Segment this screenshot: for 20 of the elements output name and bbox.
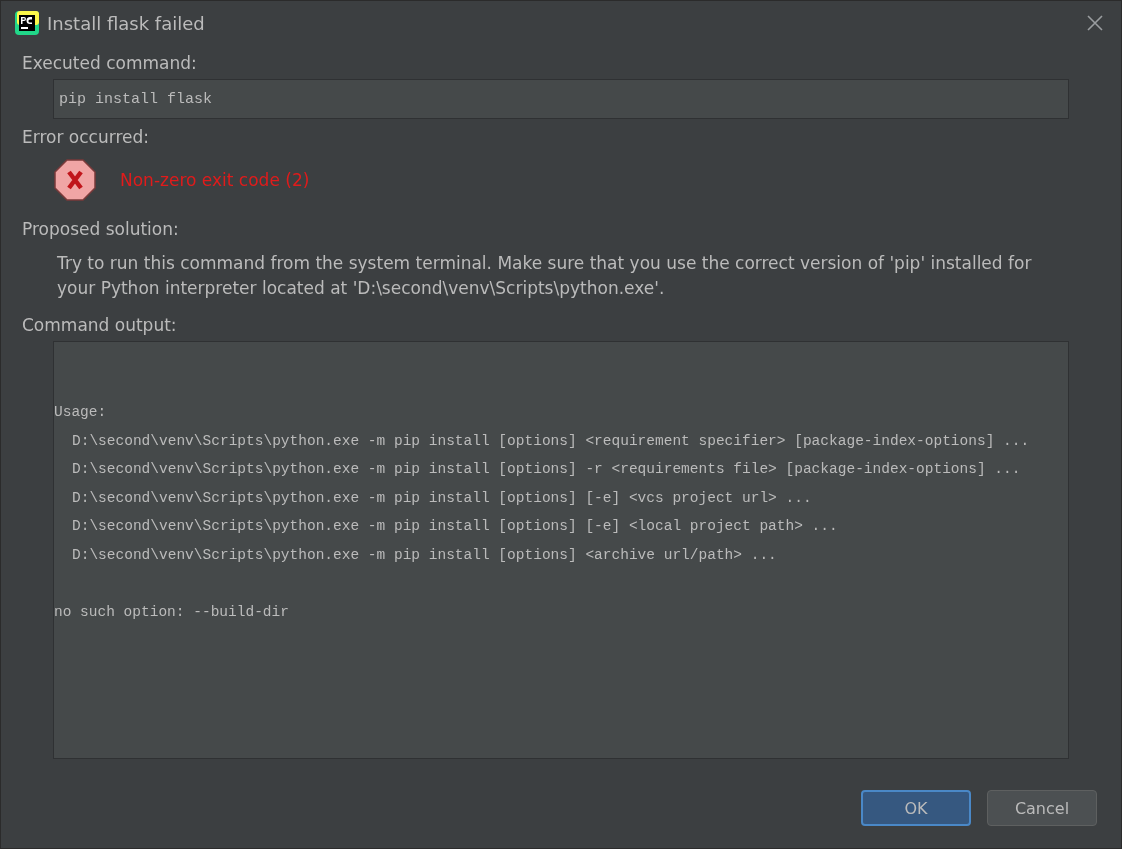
section-label: Proposed solution:	[22, 219, 179, 239]
dialog-button[interactable]: OK	[861, 790, 971, 826]
dialog-button[interactable]: Cancel	[987, 790, 1097, 826]
section-label: Command output:	[22, 315, 177, 335]
app-logo-icon	[15, 11, 39, 35]
error-message: Non-zero exit code (2)	[120, 170, 310, 190]
output-line: no such option: --build-dir	[54, 603, 289, 623]
output-line: D:\second\venv\Scripts\python.exe -m pip install [options] <requirement specifier> [package-index-options] ...	[71, 431, 1030, 451]
solution-text: Try to run this command from the system terminal. Make sure that you use the correct version of 'pip' installed for your Python interpreter located at 'D:\second\venv\Scripts\python.exe'.	[57, 252, 1033, 300]
output-line: Usage:	[54, 403, 107, 422]
section-label: Error occurred:	[22, 127, 149, 147]
output-line: D:\second\venv\Scripts\python.exe -m pip install [options] -r <requirements file> [package-index-options] ...	[71, 460, 1021, 480]
section-label: Executed command:	[22, 53, 197, 73]
output-line: D:\second\venv\Scripts\python.exe -m pip install [options] [-e] <local project path> ...	[71, 517, 838, 537]
window-title: Install flask failed	[47, 12, 206, 34]
close-icon	[1087, 15, 1103, 31]
command-field[interactable]: pip install flask	[53, 79, 1069, 119]
error-icon	[54, 159, 96, 201]
output-line: D:\second\venv\Scripts\python.exe -m pip install [options] <archive url/path> ...	[71, 545, 777, 565]
output-line: D:\second\venv\Scripts\python.exe -m pip install [options] [-e] <vcs project url> ...	[71, 488, 812, 508]
